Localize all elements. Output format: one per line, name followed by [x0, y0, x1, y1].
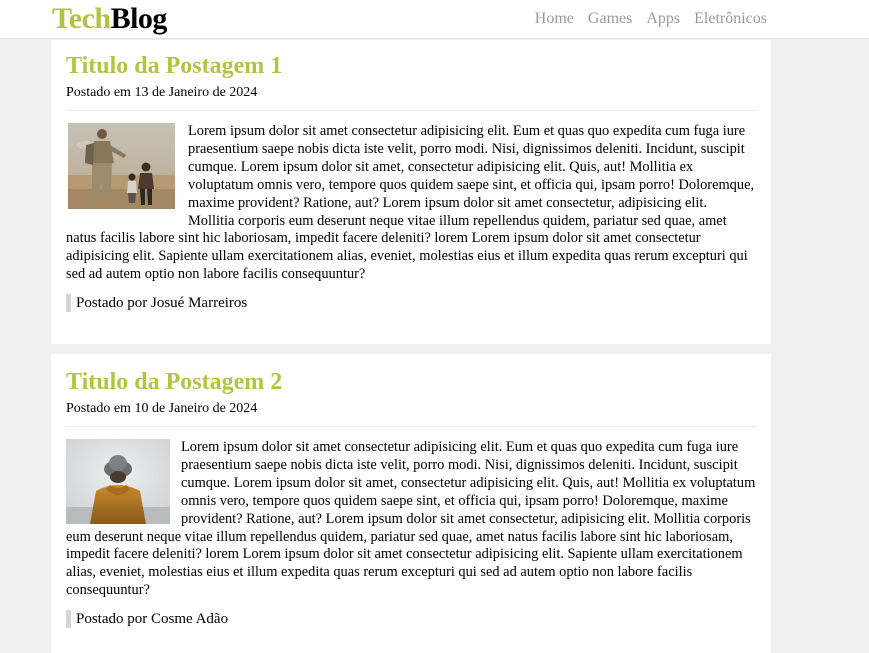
- divider: [66, 110, 756, 111]
- post-body: Lorem ipsum dolor sit amet consectetur a…: [66, 123, 756, 284]
- divider: [66, 426, 756, 427]
- logo-tech: Tech: [52, 2, 111, 35]
- post-date: Postado em 10 de Janeiro de 2024: [66, 401, 258, 416]
- site-logo[interactable]: TechBlog: [52, 0, 167, 38]
- nav-eletronicos[interactable]: Eletrônicos: [694, 10, 767, 28]
- post-author: Postado por Cosme Adão: [66, 610, 756, 629]
- post-card-2: Titulo da Postagem 2 Postado em 10 de Ja…: [51, 354, 771, 653]
- nav-games[interactable]: Games: [588, 10, 632, 28]
- post-body: Lorem ipsum dolor sit amet consectetur a…: [66, 439, 756, 600]
- person-hat-image: [66, 439, 170, 524]
- post-title[interactable]: Titulo da Postagem 2: [66, 354, 756, 396]
- post-date: Postado em 13 de Janeiro de 2024: [66, 85, 258, 100]
- nav-apps[interactable]: Apps: [646, 10, 680, 28]
- post-card-1: Titulo da Postagem 1 Postado em 13 de Ja…: [51, 40, 771, 344]
- post-author: Postado por Josué Marreiros: [66, 294, 756, 313]
- nav-home[interactable]: Home: [535, 10, 574, 28]
- logo-blog: Blog: [110, 2, 168, 35]
- post-title[interactable]: Titulo da Postagem 1: [66, 40, 756, 80]
- top-navbar: TechBlog Home Games Apps Eletrônicos: [0, 0, 869, 39]
- soldier-child-image: [68, 123, 175, 209]
- main-nav: Home Games Apps Eletrônicos: [535, 0, 767, 38]
